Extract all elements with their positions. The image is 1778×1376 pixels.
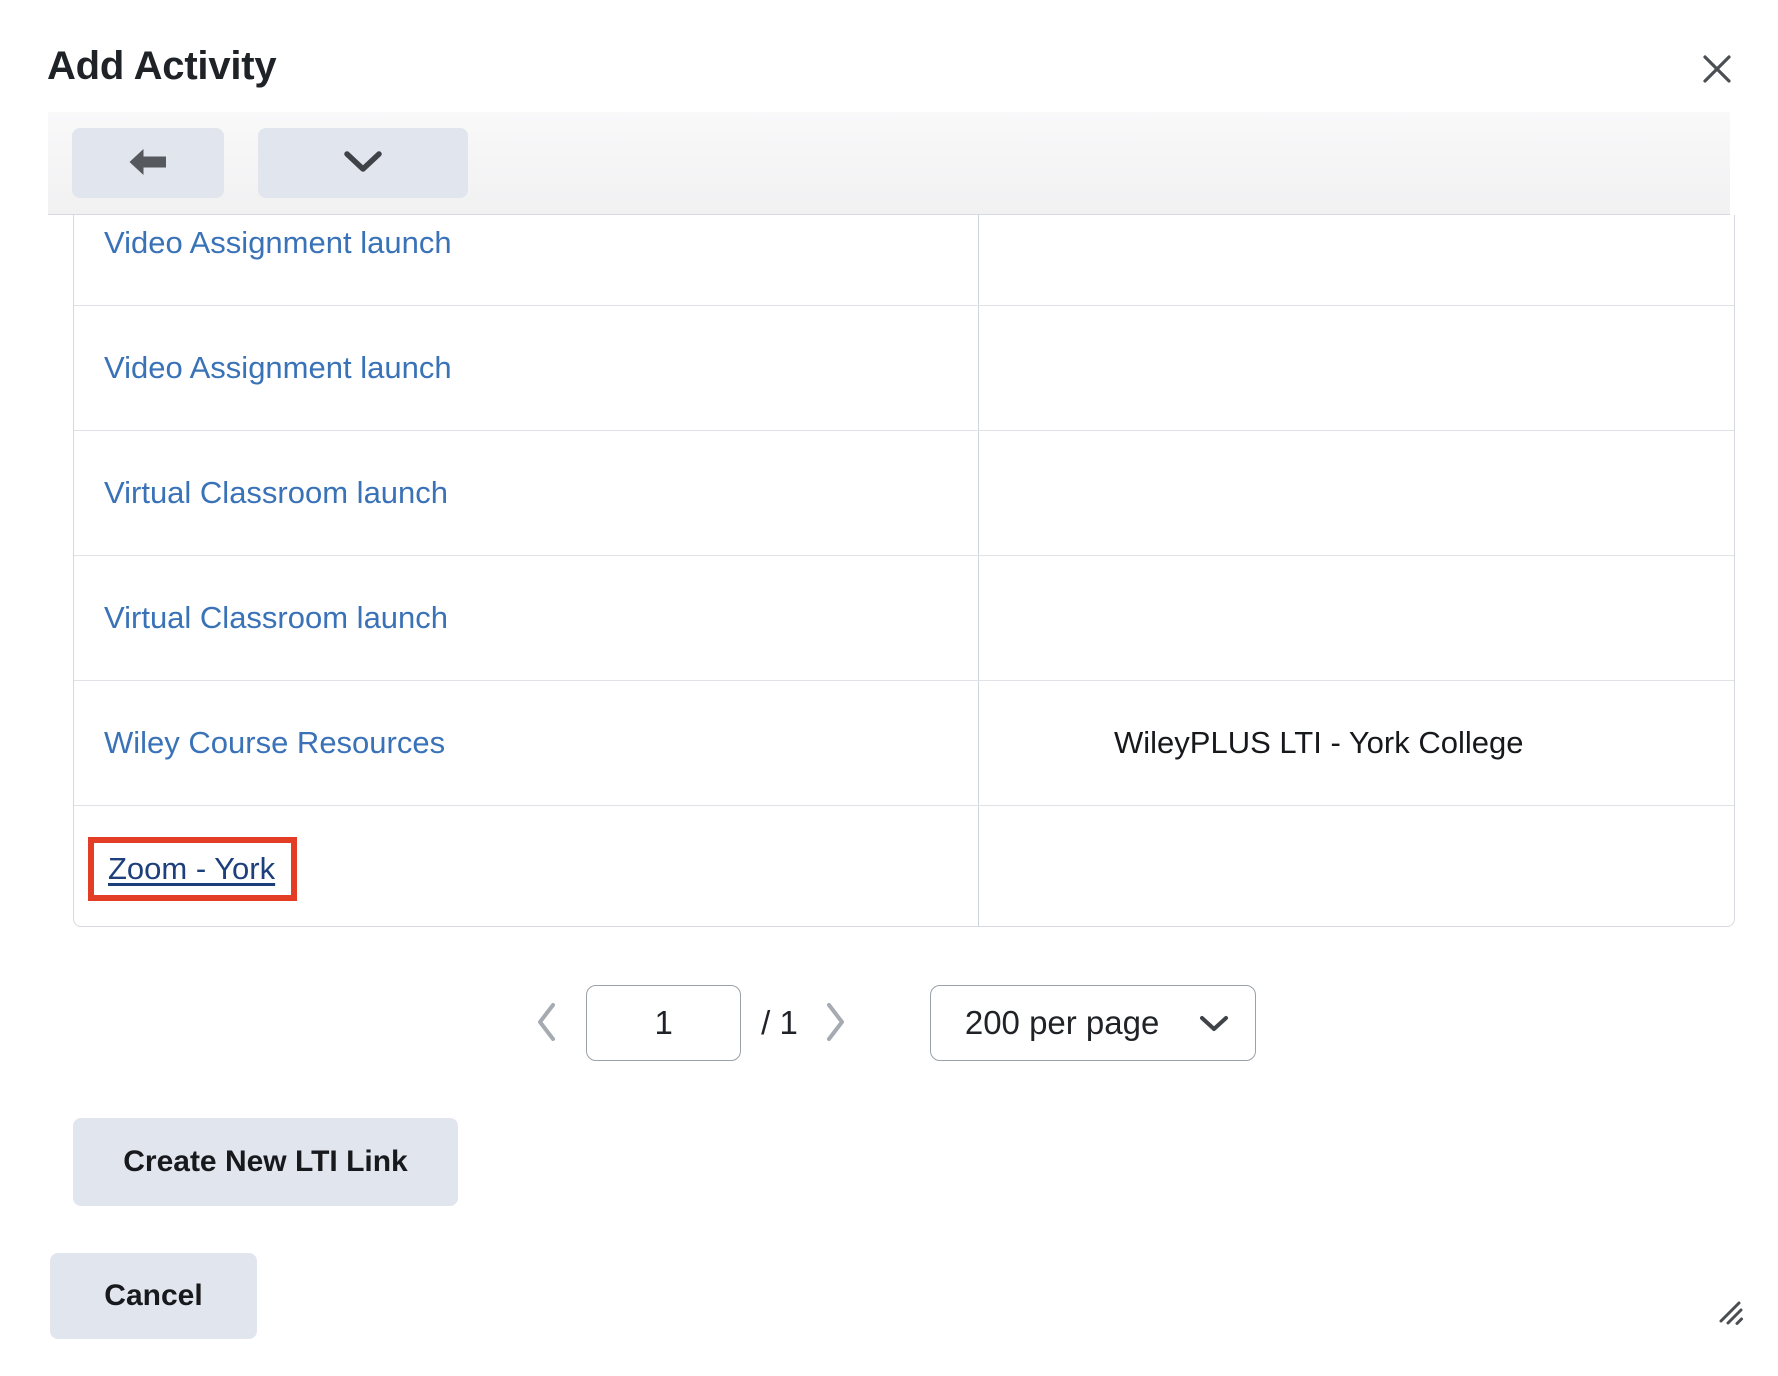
close-button[interactable] xyxy=(1698,50,1736,88)
toolbar-more-button[interactable] xyxy=(258,128,468,198)
table-cell-value: WileyPLUS LTI - York College xyxy=(1114,725,1524,760)
table-row[interactable]: Virtual Classroom launch xyxy=(74,431,1734,556)
pagination: / 1 200 per page xyxy=(0,978,1778,1068)
create-new-lti-link-button[interactable]: Create New LTI Link xyxy=(73,1118,458,1206)
table-cell-value xyxy=(979,806,1734,926)
table-cell-name: Virtual Classroom launch xyxy=(74,556,979,680)
lti-link[interactable]: Virtual Classroom launch xyxy=(104,600,448,636)
resize-handle-icon[interactable] xyxy=(1718,1300,1754,1336)
lti-link[interactable]: Video Assignment launch xyxy=(104,225,452,261)
back-button[interactable] xyxy=(72,128,224,198)
pagination-total-label: / 1 xyxy=(761,1004,798,1041)
table-row[interactable]: Zoom - York xyxy=(74,806,1734,926)
chevron-right-icon xyxy=(823,1001,847,1046)
lti-link[interactable]: Video Assignment launch xyxy=(104,350,452,386)
chevron-down-icon xyxy=(343,149,383,178)
table-cell-value xyxy=(979,306,1734,430)
lti-link[interactable]: Virtual Classroom launch xyxy=(104,475,448,511)
lti-link[interactable]: Wiley Course Resources xyxy=(104,725,445,761)
close-icon xyxy=(1700,52,1734,86)
table-row[interactable]: Virtual Classroom launch xyxy=(74,556,1734,681)
chevron-down-icon xyxy=(1199,1004,1229,1042)
pagination-next-button[interactable] xyxy=(810,993,860,1053)
table-row[interactable]: Video Assignment launch xyxy=(74,215,1734,306)
arrow-left-icon xyxy=(126,146,170,181)
table-cell-name: Zoom - York xyxy=(74,806,979,926)
per-page-value: 200 per page xyxy=(964,1004,1160,1041)
table-cell-name: Virtual Classroom launch xyxy=(74,431,979,555)
page-number-input[interactable] xyxy=(586,985,742,1061)
pagination-prev-button[interactable] xyxy=(522,993,572,1053)
table-cell-value xyxy=(979,431,1734,555)
table-cell-value xyxy=(979,215,1734,305)
highlight-box: Zoom - York xyxy=(88,836,298,901)
dialog-toolbar xyxy=(48,112,1730,215)
dialog-header: Add Activity xyxy=(0,0,1778,104)
per-page-select[interactable]: 200 per page xyxy=(929,985,1256,1061)
table-row[interactable]: Wiley Course Resources WileyPLUS LTI - Y… xyxy=(74,681,1734,806)
table-cell-name: Video Assignment launch xyxy=(74,215,979,305)
lti-link-zoom-york[interactable]: Zoom - York xyxy=(108,851,275,886)
add-activity-dialog: Add Activity Video Assignment launch Vid… xyxy=(0,0,1778,1376)
table-row[interactable]: Video Assignment launch xyxy=(74,306,1734,431)
page-title: Add Activity xyxy=(47,44,277,88)
table-cell-value xyxy=(979,556,1734,680)
cancel-button[interactable]: Cancel xyxy=(50,1253,257,1339)
table-cell-name: Wiley Course Resources xyxy=(74,681,979,805)
chevron-left-icon xyxy=(535,1001,559,1046)
table-cell-name: Video Assignment launch xyxy=(74,306,979,430)
lti-links-table: Video Assignment launch Video Assignment… xyxy=(73,215,1735,927)
